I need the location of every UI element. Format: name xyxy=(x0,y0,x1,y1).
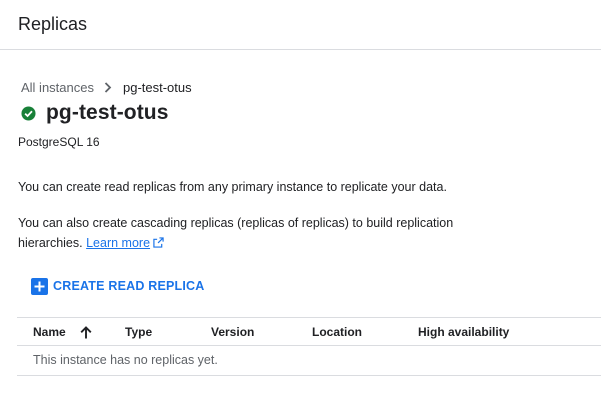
learn-more-link[interactable]: Learn more xyxy=(86,236,150,250)
create-read-replica-button[interactable]: CREATE READ REPLICA xyxy=(31,275,205,297)
check-circle-icon xyxy=(21,105,36,121)
database-version: PostgreSQL 16 xyxy=(18,135,100,149)
replicas-page: Replicas All instances pg-test-otus pg-t… xyxy=(0,0,601,418)
replicas-table: Name Type Version Location High availabi… xyxy=(17,317,601,376)
table-header: Name Type Version Location High availabi… xyxy=(17,317,601,346)
breadcrumb-current: pg-test-otus xyxy=(122,79,192,95)
chevron-right-icon xyxy=(104,81,112,93)
column-header-type[interactable]: Type xyxy=(125,325,152,339)
breadcrumb: All instances pg-test-otus xyxy=(21,78,192,96)
column-header-location[interactable]: Location xyxy=(312,325,362,339)
replicas-info-paragraph-1: You can create read replicas from any pr… xyxy=(18,180,447,194)
column-header-high-availability[interactable]: High availability xyxy=(418,325,509,339)
instance-name: pg-test-otus xyxy=(46,101,169,124)
replicas-info-text: You can create read replicas from any pr… xyxy=(18,177,488,197)
table-empty-row: This instance has no replicas yet. xyxy=(17,346,601,376)
create-read-replica-label: CREATE READ REPLICA xyxy=(53,279,205,293)
cascading-info-text: You can also create cascading replicas (… xyxy=(18,213,488,254)
column-header-name-label: Name xyxy=(33,325,66,339)
instance-heading: pg-test-otus xyxy=(21,101,169,125)
page-header: Replicas xyxy=(0,0,601,50)
empty-state-message: This instance has no replicas yet. xyxy=(33,353,218,367)
page-title: Replicas xyxy=(18,14,88,34)
sort-arrow-up-icon[interactable] xyxy=(80,325,92,339)
column-header-version[interactable]: Version xyxy=(211,325,254,339)
column-header-name[interactable]: Name xyxy=(33,325,92,339)
add-icon xyxy=(31,277,48,295)
external-link-icon xyxy=(153,234,164,254)
replicas-info-paragraph-2: You can also create cascading replicas (… xyxy=(18,216,454,250)
breadcrumb-all-instances-link[interactable]: All instances xyxy=(21,80,94,95)
